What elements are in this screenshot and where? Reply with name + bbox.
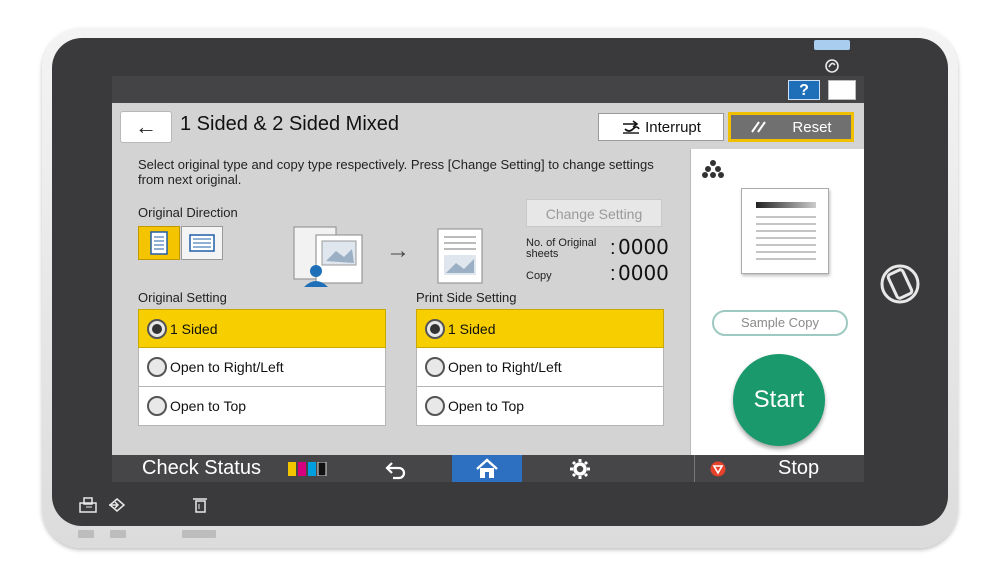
landscape-direction-button[interactable] [181,226,223,260]
option-label: 1 Sided [170,320,218,337]
system-strip: ? [112,76,864,103]
toner-dots-icon [702,160,724,178]
start-button[interactable]: Start [733,354,825,446]
sample-copy-button[interactable]: Sample Copy [712,310,848,336]
page-title: 1 Sided & 2 Sided Mixed [180,113,400,135]
sheets-colon: : [610,237,616,259]
original-option-1-sided[interactable]: 1 Sided [138,309,386,348]
home-button[interactable] [452,455,522,482]
original-sheets-label: No. of Original sheets [526,237,597,260]
gear-icon[interactable] [568,458,592,480]
preview-lines-icon [756,202,816,260]
print-side-setting-list: 1 Sided Open to Right/Left Open to Top [416,309,664,426]
check-status-button[interactable]: Check Status [142,455,261,482]
option-label: Open to Right/Left [170,359,284,375]
nfc-phone-icon [880,264,920,304]
portrait-direction-button[interactable] [138,226,180,260]
energy-saver-button[interactable] [828,80,856,100]
interrupt-button[interactable]: Interrupt [598,113,724,141]
radio-icon [425,396,445,416]
fax-icon [79,497,97,513]
copy-colon: : [610,263,616,285]
undo-back-icon[interactable] [384,458,408,480]
output-page-icon [437,228,483,284]
radio-selected-icon [147,318,167,339]
stop-button[interactable]: Stop [778,455,819,482]
print-option-open-top[interactable]: Open to Top [416,387,664,426]
stop-icon[interactable] [710,461,726,477]
copy-preview-panel: Sample Copy Start [690,149,864,455]
back-button[interactable]: ← [120,111,172,143]
instruction-text: Select original type and copy type respe… [138,157,654,187]
home-icon [476,458,498,478]
data-in-icon [108,498,126,512]
radio-icon [425,357,445,377]
reset-button[interactable]: Reset [728,112,854,142]
fax-led [78,530,94,538]
copy-count-value: 0000 [618,261,669,285]
divider [694,455,695,482]
print-side-setting-label: Print Side Setting [416,290,517,305]
conversion-arrow: → [386,237,410,264]
original-direction-selector [138,226,224,260]
option-label: 1 Sided [448,320,496,337]
original-option-open-top[interactable]: Open to Top [138,387,386,426]
settings-area: Select original type and copy type respe… [112,149,690,455]
change-setting-button[interactable]: Change Setting [526,199,662,227]
option-label: Open to Top [448,398,525,414]
radio-icon [147,396,167,416]
help-button[interactable]: ? [788,80,820,100]
reset-icon [751,121,767,133]
media-slot-icon [193,498,207,513]
interrupt-label: Interrupt [645,118,701,136]
reset-label: Reset [792,118,832,136]
copy-preview-page [741,188,829,274]
energy-saver-icon [825,59,839,73]
data-led [110,530,126,538]
print-option-open-right-left[interactable]: Open to Right/Left [416,348,664,387]
mixed-original-icon [293,226,363,287]
radio-icon [147,357,167,377]
moon-icon [838,84,844,96]
portrait-page-icon [150,231,168,255]
original-setting-label: Original Setting [138,290,227,305]
option-label: Open to Top [170,398,247,414]
original-setting-list: 1 Sided Open to Right/Left Open to Top [138,309,386,426]
option-label: Open to Right/Left [448,359,562,375]
interrupt-icon [623,120,640,134]
landscape-page-icon [189,234,215,252]
touch-screen: ? ← 1 Sided & 2 Sided Mixed Interrupt Re… [112,76,864,482]
status-led [814,40,850,50]
original-direction-label: Original Direction [138,205,238,220]
toner-levels-icon [288,462,327,476]
media-access-led [182,530,216,538]
print-option-1-sided[interactable]: 1 Sided [416,309,664,348]
original-sheets-value: 0000 [618,235,669,259]
header-bar: ← 1 Sided & 2 Sided Mixed Interrupt Rese… [112,103,864,149]
bottom-navigation-bar: Check Status Stop [112,455,864,482]
radio-selected-icon [425,318,445,339]
copy-count-label: Copy [526,270,552,282]
original-option-open-right-left[interactable]: Open to Right/Left [138,348,386,387]
